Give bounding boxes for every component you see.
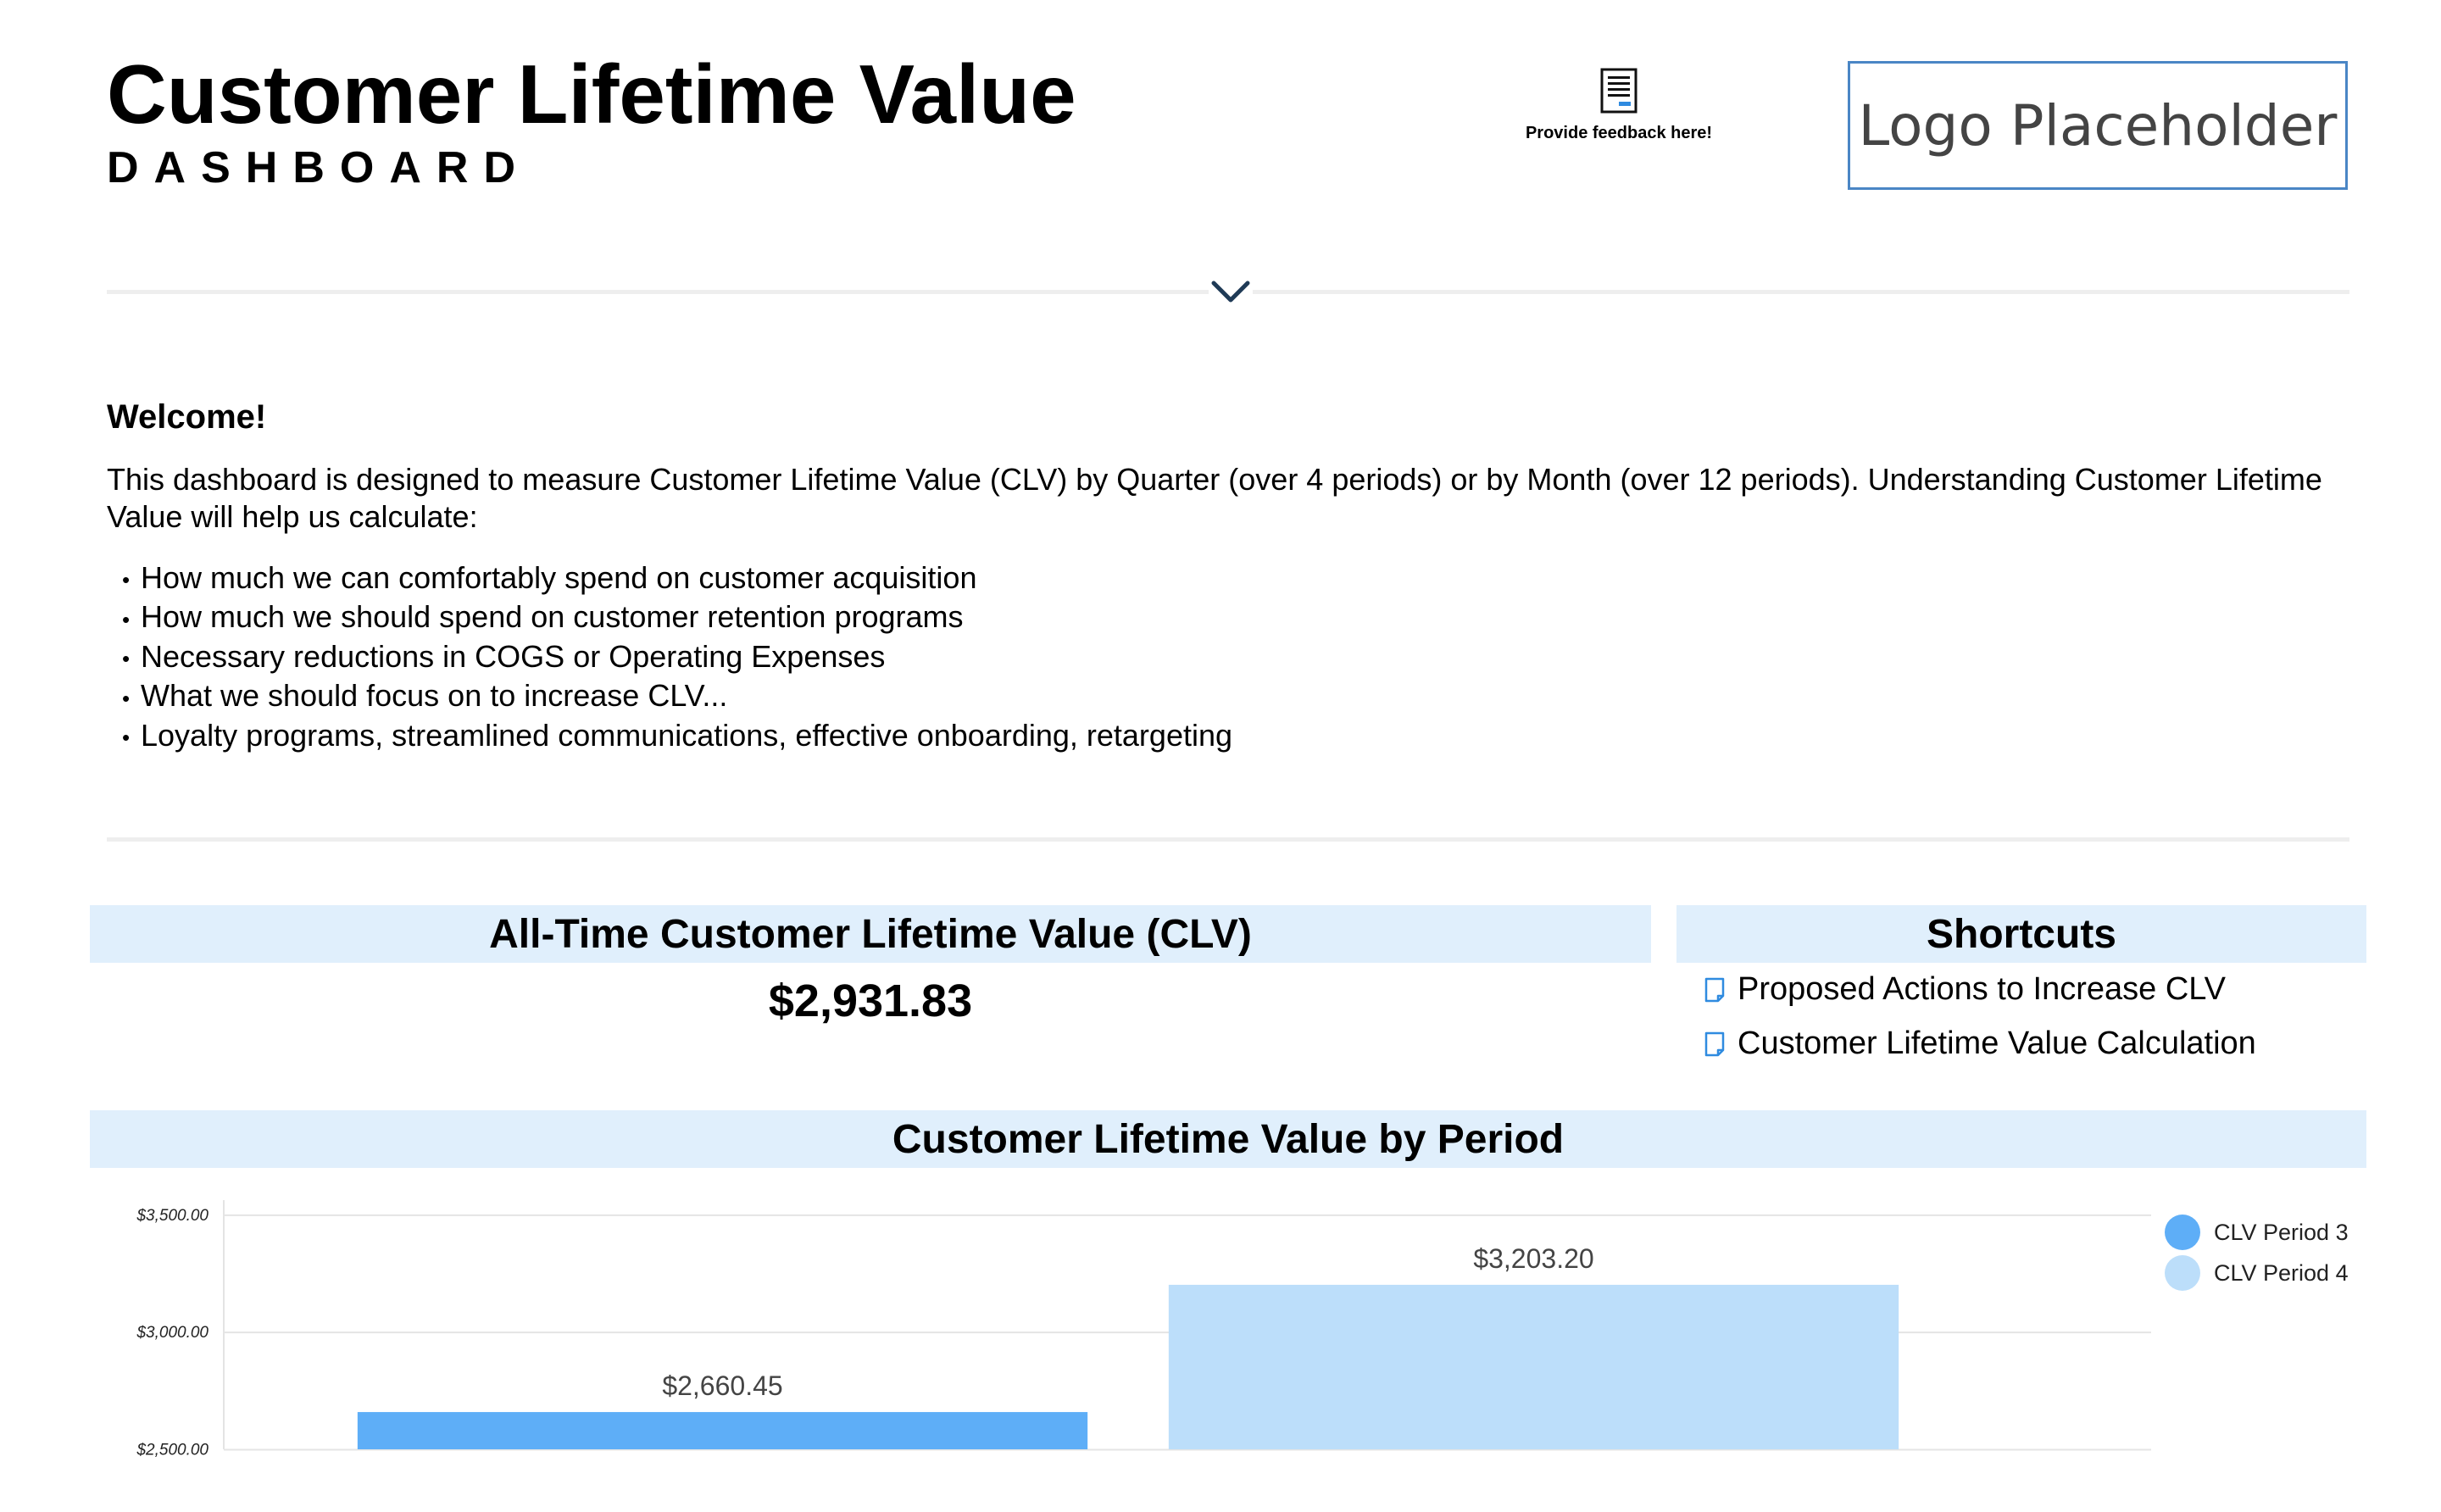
list-item: • How much we should spend on customer re… <box>122 599 964 635</box>
bar-clv-period-4 <box>1168 1284 1899 1449</box>
bar-clv-period-3 <box>357 1412 1088 1449</box>
welcome-text: This dashboard is designed to measure Cu… <box>107 462 2322 534</box>
y-tick-label: $3,500.00 <box>136 1207 209 1225</box>
legend-label: CLV Period 4 <box>2214 1259 2349 1286</box>
list-item: • What we should focus on to increase CLV… <box>122 678 728 714</box>
legend-label: CLV Period 3 <box>2214 1219 2349 1245</box>
clv-value: $2,931.83 <box>768 976 973 1026</box>
document-icon <box>1600 68 1638 114</box>
shortcut-label: Proposed Actions to Increase CLV <box>1738 971 2226 1007</box>
list-item: • How much we can comfortably spend on cu… <box>122 560 977 595</box>
shortcut-label: Customer Lifetime Value Calculation <box>1738 1026 2256 1061</box>
shortcut-clv-calculation[interactable]: Customer Lifetime Value Calculation <box>1704 1026 2256 1062</box>
chart-legend: CLV Period 3 CLV Period 4 <box>2165 1212 2349 1293</box>
legend-swatch <box>2165 1255 2200 1291</box>
period-chart-heading: Customer Lifetime Value by Period <box>90 1110 2366 1168</box>
welcome-heading: Welcome! <box>107 398 267 436</box>
clv-by-period-chart: $2,500.00 $3,000.00 $3,500.00 $2,660.45 $3,2… <box>136 1200 2151 1459</box>
logo-placeholder: Logo Placeholder <box>1848 61 2348 190</box>
feedback-label: Provide feedback here! <box>1525 124 1713 142</box>
chevron-down-icon[interactable] <box>1209 276 1253 307</box>
clv-panel-heading: All-Time Customer Lifetime Value (CLV) <box>90 905 1651 963</box>
list-item: • Loyalty programs, streamlined communica… <box>122 717 1233 753</box>
bar-value-label: $2,660.45 <box>662 1370 782 1401</box>
list-item-text: What we should focus on to increase CLV.… <box>141 678 728 714</box>
legend-item[interactable]: CLV Period 3 <box>2165 1212 2349 1253</box>
y-tick-label: $3,000.00 <box>136 1324 209 1342</box>
document-icon <box>1704 977 1725 1002</box>
bar-value-label: $3,203.20 <box>1473 1243 1593 1274</box>
section-divider <box>107 837 2349 842</box>
list-item-text: Loyalty programs, streamlined communicat… <box>141 717 1233 753</box>
list-item-text: How much we should spend on customer ret… <box>141 599 964 635</box>
list-item-text: Necessary reductions in COGS or Operatin… <box>141 638 886 674</box>
feedback-link[interactable]: Provide feedback here! <box>1492 68 1746 143</box>
page-title: Customer Lifetime Value <box>107 47 1076 141</box>
shortcuts-heading: Shortcuts <box>1676 905 2366 963</box>
legend-item[interactable]: CLV Period 4 <box>2165 1253 2349 1293</box>
dashboard-page: Customer Lifetime Value DASHBOARD Provid… <box>0 0 2441 1512</box>
list-item: • Necessary reductions in COGS or Operati… <box>122 638 886 674</box>
page-subtitle: DASHBOARD <box>107 143 531 192</box>
shortcut-proposed-actions[interactable]: Proposed Actions to Increase CLV <box>1704 971 2226 1008</box>
list-item-text: How much we can comfortably spend on cus… <box>141 560 977 595</box>
legend-swatch <box>2165 1215 2200 1250</box>
y-tick-label: $2,500.00 <box>136 1441 209 1459</box>
document-icon <box>1704 1031 1725 1056</box>
welcome-bullet-list: • How much we can comfortably spend on cu… <box>122 559 1232 756</box>
